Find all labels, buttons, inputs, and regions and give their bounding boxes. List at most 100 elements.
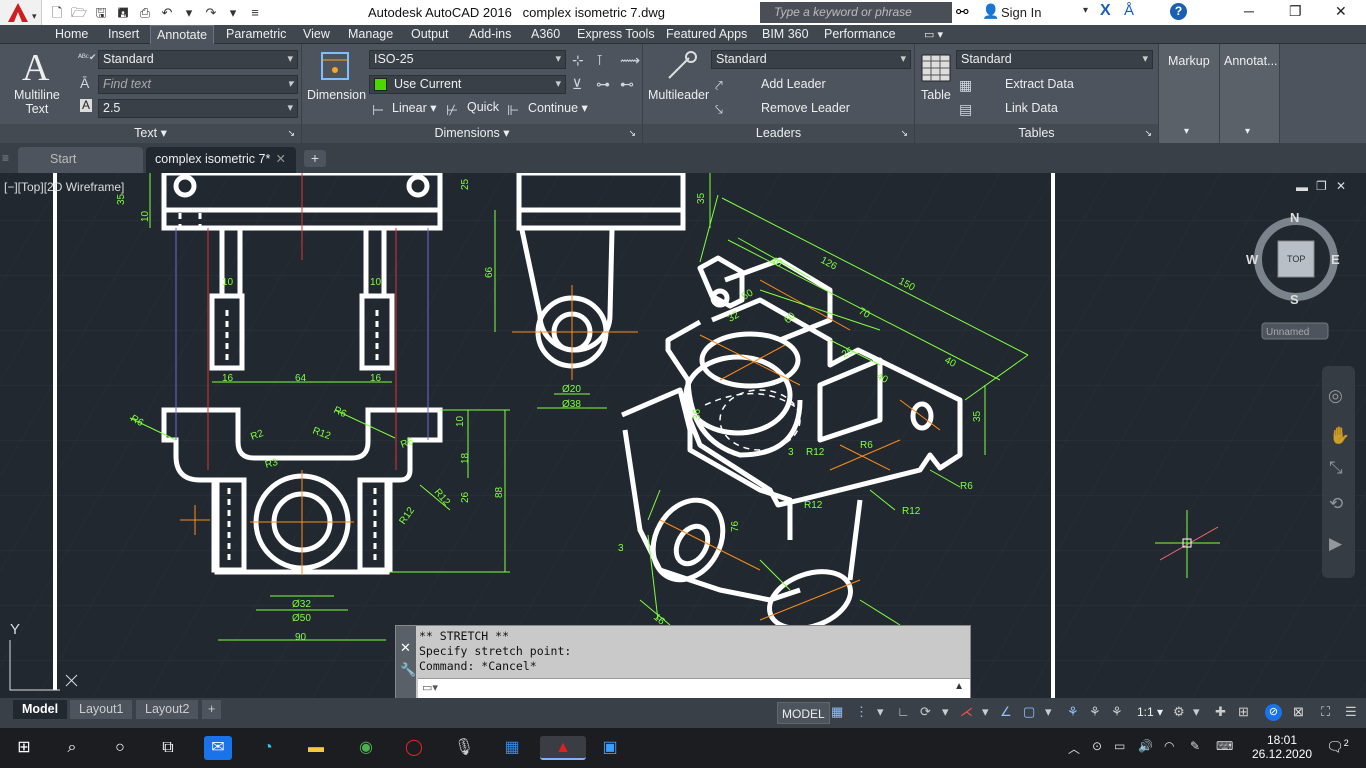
- undo-icon[interactable]: ↶: [156, 0, 178, 25]
- extract-data-button[interactable]: Extract Data: [1005, 77, 1074, 91]
- snap-icon[interactable]: ⋮: [855, 704, 868, 720]
- markup-panel[interactable]: Markup ▾: [1159, 44, 1220, 143]
- text-height-select[interactable]: 2.5: [98, 99, 298, 118]
- dim-override-icon[interactable]: ⊷: [620, 76, 634, 93]
- show-hidden-icons-icon[interactable]: ︿: [1068, 740, 1080, 757]
- close-icon[interactable]: ✕: [1335, 3, 1347, 20]
- file-explorer-icon[interactable]: ▬: [302, 736, 330, 760]
- new-icon[interactable]: 🗋: [46, 0, 68, 25]
- viewport-controls[interactable]: [−][Top][2D Wireframe]: [4, 180, 124, 194]
- cortana-icon[interactable]: ○: [106, 736, 134, 760]
- multileader-style-select[interactable]: Standard: [711, 50, 911, 69]
- link-data-button[interactable]: Link Data: [1005, 101, 1058, 115]
- customization-icon[interactable]: ☰: [1345, 704, 1357, 720]
- object-snap-tracking-icon[interactable]: ∠: [1000, 704, 1012, 720]
- tab-output[interactable]: Output: [411, 25, 449, 44]
- tab-a360[interactable]: A360: [531, 25, 560, 44]
- maximize-icon[interactable]: ❐: [1289, 3, 1302, 20]
- tab-layout2[interactable]: Layout2: [136, 700, 199, 719]
- help-icon[interactable]: ?: [1170, 3, 1187, 20]
- polar-dropdown-icon[interactable]: ▾: [942, 704, 949, 720]
- object-snap-icon[interactable]: ▢: [1023, 704, 1035, 720]
- photos-icon[interactable]: ▣: [596, 736, 624, 760]
- autoscale-icon[interactable]: ⚘: [1089, 704, 1101, 720]
- print-icon[interactable]: ⎙: [134, 0, 156, 25]
- tab-insert[interactable]: Insert: [108, 25, 139, 44]
- find-text-input[interactable]: Find text: [98, 75, 298, 94]
- windows-start-icon[interactable]: ⊞: [10, 736, 38, 760]
- command-history-toggle-icon[interactable]: ▲: [954, 681, 964, 692]
- notification-icon[interactable]: 🗨2: [1326, 738, 1349, 756]
- dimension-style-select[interactable]: ISO-25: [369, 50, 566, 69]
- dimension-layer-select[interactable]: Use Current: [369, 75, 566, 94]
- ortho-icon[interactable]: ∟: [897, 704, 910, 719]
- object-snap-dropdown-icon[interactable]: ▾: [1045, 704, 1052, 720]
- battery-icon[interactable]: ▭: [1114, 739, 1125, 753]
- clean-screen-icon[interactable]: ⛶: [1321, 704, 1330, 720]
- leaders-panel-title[interactable]: Leaders ↘: [643, 124, 914, 143]
- a360-icon[interactable]: Å: [1124, 2, 1134, 19]
- multiline-text-button[interactable]: Multiline Text: [14, 88, 60, 116]
- workspace-gear-icon[interactable]: ⚙: [1173, 704, 1185, 720]
- task-view-icon[interactable]: ⧉: [154, 736, 182, 760]
- tab-model[interactable]: Model: [13, 700, 68, 719]
- polar-icon[interactable]: ⟳: [920, 704, 931, 720]
- exchange-apps-icon[interactable]: X: [1100, 2, 1111, 20]
- annotation-monitor-icon[interactable]: ✚: [1215, 704, 1226, 720]
- redo-dropdown-icon[interactable]: ▾: [222, 0, 244, 25]
- model-space-button[interactable]: MODEL: [777, 702, 830, 724]
- save-icon[interactable]: 🖫: [90, 0, 112, 25]
- units-icon[interactable]: ⊞: [1238, 704, 1249, 720]
- taskbar-search-icon[interactable]: ⌕: [58, 736, 86, 760]
- autocad-taskbar-icon[interactable]: ▲: [540, 736, 586, 760]
- add-layout-button[interactable]: +: [202, 700, 222, 719]
- dim-space-icon[interactable]: ⊹: [572, 52, 584, 69]
- multiline-text-icon[interactable]: A: [22, 46, 49, 90]
- pen-icon[interactable]: ✎: [1190, 739, 1200, 753]
- application-menu-button[interactable]: ▾: [0, 0, 42, 25]
- viewport-restore-icon[interactable]: ❐: [1316, 179, 1327, 193]
- redo-icon[interactable]: ↷: [200, 0, 222, 25]
- save-as-icon[interactable]: 🖪: [112, 0, 134, 25]
- tab-layout1[interactable]: Layout1: [70, 700, 133, 719]
- file-tabs-menu-icon[interactable]: ≡: [2, 151, 9, 165]
- orbit-icon[interactable]: ⟲: [1329, 494, 1343, 514]
- viewport-minimize-icon[interactable]: ▬: [1296, 180, 1308, 194]
- annotation-scaling-panel[interactable]: Annotat... ▾: [1220, 44, 1280, 143]
- annotation-scale-icon[interactable]: ⚘: [1111, 704, 1123, 720]
- tab-performance[interactable]: Performance: [824, 25, 896, 44]
- multileader-button[interactable]: Multileader: [648, 88, 709, 102]
- mail-icon[interactable]: ✉: [204, 736, 232, 760]
- drawing-canvas[interactable]: 35 10 25 10 10 16 64 16 R6 R2 R12 R6 R6 …: [0, 173, 1366, 698]
- steering-wheel-icon[interactable]: ◎: [1328, 386, 1343, 406]
- close-command-icon[interactable]: ✕: [400, 640, 411, 656]
- remove-leader-button[interactable]: Remove Leader: [761, 101, 850, 115]
- dimension-button[interactable]: Dimension: [307, 88, 366, 102]
- tab-bim-360[interactable]: BIM 360: [762, 25, 809, 44]
- customize-qat-icon[interactable]: ≡: [244, 0, 266, 25]
- snap-dropdown-icon[interactable]: ▾: [877, 704, 884, 720]
- tab-view[interactable]: View: [303, 25, 330, 44]
- isodraft-icon[interactable]: ⋌: [960, 704, 973, 720]
- quick-dim-button[interactable]: Quick: [467, 100, 499, 114]
- dim-break-icon[interactable]: ⊺: [596, 52, 603, 69]
- showmotion-icon[interactable]: ▶: [1329, 534, 1342, 554]
- tab-drawing[interactable]: complex isometric 7* ✕: [146, 147, 296, 173]
- keyboard-icon[interactable]: ⌨: [1216, 739, 1233, 753]
- workspace-dropdown-icon[interactable]: ▾: [1193, 704, 1200, 720]
- tab-home[interactable]: Home: [55, 25, 88, 44]
- linear-dim-button[interactable]: Linear ▾: [392, 100, 437, 115]
- pan-icon[interactable]: ✋: [1329, 426, 1350, 446]
- text-style-select[interactable]: Standard: [98, 50, 298, 69]
- edge-icon[interactable]: ◔: [254, 736, 282, 760]
- tab-start[interactable]: Start: [18, 147, 143, 173]
- tray-camera-icon[interactable]: ⊙: [1092, 739, 1102, 753]
- multileader-icon[interactable]: [663, 50, 699, 82]
- viewport-close-icon[interactable]: ✕: [1336, 179, 1346, 193]
- grid-icon[interactable]: ▦: [831, 704, 843, 720]
- new-tab-button[interactable]: +: [304, 150, 326, 167]
- undo-dropdown-icon[interactable]: ▾: [178, 0, 200, 25]
- table-style-select[interactable]: Standard: [956, 50, 1153, 69]
- table-button[interactable]: Table: [921, 88, 951, 102]
- opera-icon[interactable]: ◯: [400, 736, 428, 760]
